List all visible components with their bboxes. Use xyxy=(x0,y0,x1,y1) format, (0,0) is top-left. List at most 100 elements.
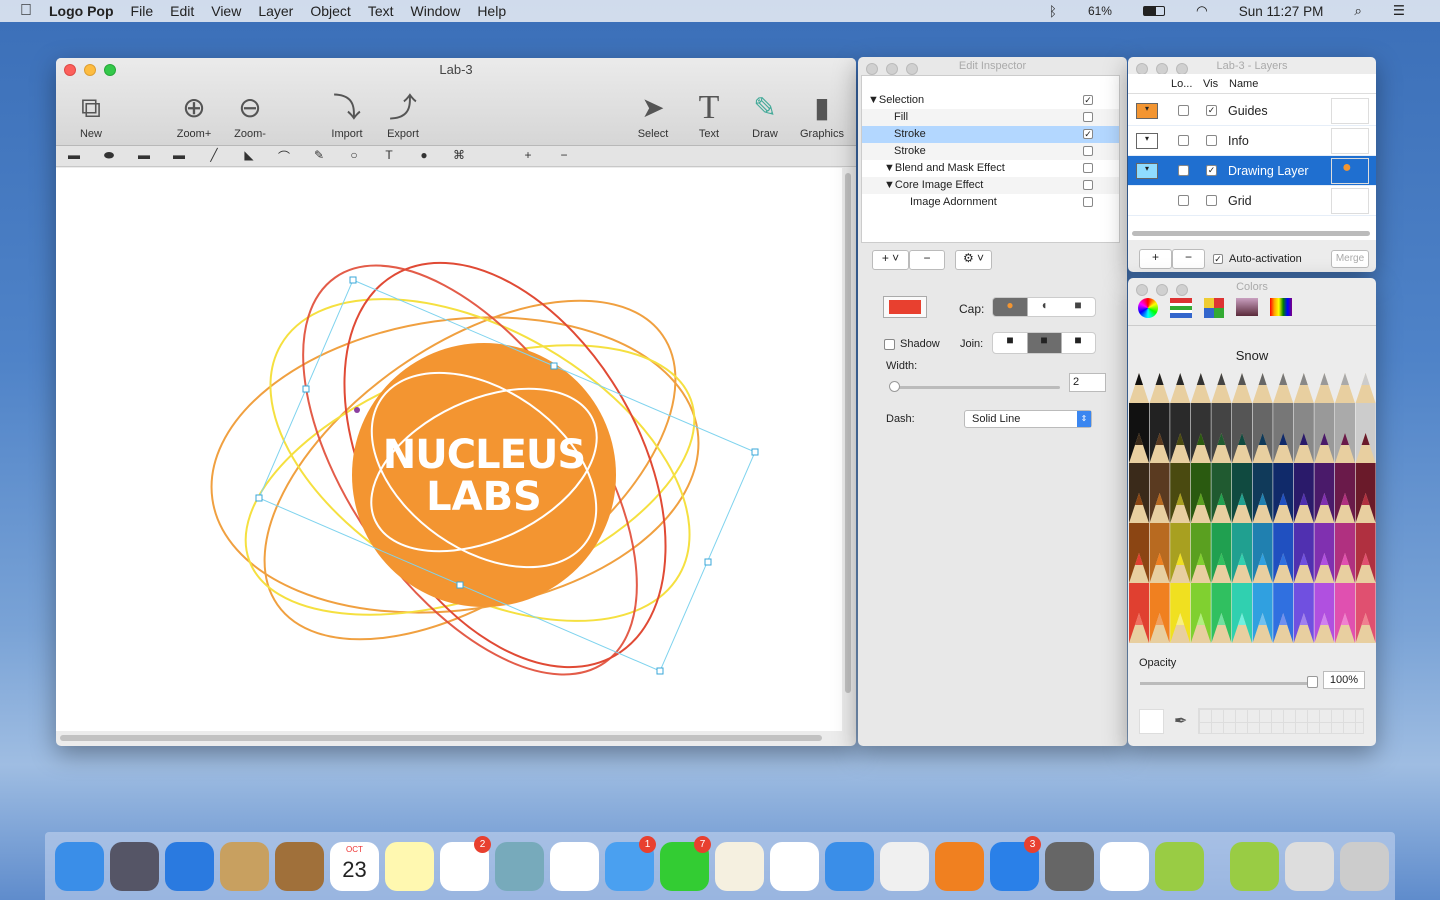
column-locked[interactable]: Lo... xyxy=(1171,78,1192,90)
opacity-field[interactable]: 100% xyxy=(1323,671,1365,689)
text-tool-button[interactable]: T Text xyxy=(679,88,739,140)
export-button[interactable]: ⤴ Export xyxy=(373,88,433,140)
dock-calendar[interactable]: OCT 23 xyxy=(330,841,379,891)
effect-checkbox[interactable] xyxy=(1083,163,1093,173)
color-palettes-icon[interactable] xyxy=(1204,298,1224,318)
remove-point-icon[interactable]: − xyxy=(554,148,574,162)
ring-icon[interactable]: ○ xyxy=(344,148,364,162)
add-point-icon[interactable]: + xyxy=(518,148,538,162)
column-name[interactable]: Name xyxy=(1229,78,1258,90)
dock-ibooks[interactable] xyxy=(935,841,984,891)
merge-button[interactable]: Merge xyxy=(1331,250,1369,268)
zoom-out-button[interactable]: ⊖ Zoom- xyxy=(220,88,280,140)
dock-facetime[interactable]: 7 xyxy=(660,835,711,891)
layer-visible-checkbox[interactable]: ✓ xyxy=(1206,165,1217,176)
layer-visible-checkbox[interactable] xyxy=(1206,195,1217,206)
dock-mail[interactable] xyxy=(220,841,269,891)
rectangle-icon[interactable]: ▬ xyxy=(64,148,84,162)
curve-icon[interactable]: ⌒ xyxy=(274,148,294,165)
dock-safari[interactable] xyxy=(165,841,214,891)
dock-numbers[interactable] xyxy=(770,841,819,891)
layer-visible-checkbox[interactable] xyxy=(1206,135,1217,146)
join-segmented-control[interactable]: ■ ■ ■ xyxy=(992,332,1096,354)
crayons-icon[interactable] xyxy=(1270,298,1292,316)
column-visible[interactable]: Vis xyxy=(1203,78,1218,90)
layer-row[interactable]: ▾ ✓ Guides xyxy=(1128,96,1376,126)
effect-checkbox[interactable]: ✓ xyxy=(1083,95,1093,105)
add-effect-button[interactable]: + ˅ xyxy=(872,250,909,270)
rounded-rect-icon[interactable]: ▬ xyxy=(134,148,154,162)
dock-keynote[interactable] xyxy=(825,841,874,891)
apple-menu-icon[interactable]:  xyxy=(20,2,32,20)
effect-checkbox[interactable] xyxy=(1083,180,1093,190)
dock-trash[interactable] xyxy=(1340,841,1389,891)
remove-layer-button[interactable]: − xyxy=(1172,249,1205,269)
layer-visible-checkbox[interactable]: ✓ xyxy=(1206,105,1217,116)
layer-lock-checkbox[interactable] xyxy=(1178,165,1189,176)
gear-menu-button[interactable]: ⚙ ˅ xyxy=(955,250,992,270)
battery-percent[interactable]: 61% xyxy=(1088,4,1112,18)
layer-color-well[interactable]: ▾ xyxy=(1136,133,1158,149)
effect-row[interactable]: ▼Selection ✓ xyxy=(862,92,1119,109)
dock-logo-pop-document[interactable] xyxy=(1230,841,1279,891)
menu-layer[interactable]: Layer xyxy=(258,3,293,19)
effect-row[interactable]: ▼Core Image Effect xyxy=(862,177,1119,194)
effect-checkbox[interactable] xyxy=(1083,112,1093,122)
color-swatches[interactable] xyxy=(1198,708,1364,734)
color-wheel-icon[interactable] xyxy=(1138,298,1158,318)
dock-textedit[interactable] xyxy=(1100,841,1149,891)
text-tool-icon[interactable]: T xyxy=(379,148,399,162)
layer-row[interactable]: ▾ ✓ Drawing Layer ● xyxy=(1128,156,1376,186)
layer-row[interactable]: ▾ Info xyxy=(1128,126,1376,156)
spotlight-icon[interactable]: ⌕ xyxy=(1354,3,1362,19)
menu-object[interactable]: Object xyxy=(310,3,350,19)
round-join-icon[interactable]: ■ xyxy=(1027,333,1061,353)
layer-lock-checkbox[interactable] xyxy=(1178,105,1189,116)
eyedropper-icon[interactable]: ✒ xyxy=(1174,711,1187,731)
pencil-color-picker[interactable] xyxy=(1128,363,1376,646)
bezier-icon[interactable]: ⌘ xyxy=(449,148,469,162)
dock-preview[interactable] xyxy=(1285,841,1334,891)
import-button[interactable]: ⤵ Import xyxy=(317,88,377,140)
square-cap-icon[interactable]: ■ xyxy=(1061,298,1095,316)
dock-launchpad[interactable] xyxy=(110,841,159,891)
effect-row[interactable]: Stroke xyxy=(862,143,1119,160)
shadow-checkbox[interactable] xyxy=(884,339,895,350)
menu-view[interactable]: View xyxy=(211,3,241,19)
menu-window[interactable]: Window xyxy=(411,3,461,19)
dock-contacts[interactable] xyxy=(275,841,324,891)
add-layer-button[interactable]: + xyxy=(1139,249,1172,269)
layer-lock-checkbox[interactable] xyxy=(1178,195,1189,206)
dock-itunes[interactable] xyxy=(880,841,929,891)
draw-tool-button[interactable]: ✎ Draw xyxy=(735,88,795,140)
capsule-icon[interactable]: ▬ xyxy=(169,148,189,162)
oval-icon[interactable]: ⬬ xyxy=(99,148,119,163)
stroke-color-well[interactable] xyxy=(883,296,927,318)
effect-row[interactable]: Image Adornment xyxy=(862,194,1119,211)
butt-cap-icon[interactable]: ● xyxy=(993,298,1027,316)
layer-lock-checkbox[interactable] xyxy=(1178,135,1189,146)
layers-scrollbar[interactable] xyxy=(1132,231,1370,236)
dash-select[interactable]: Solid Line ⇕ xyxy=(964,410,1092,428)
wifi-icon[interactable]: ◠ xyxy=(1196,3,1208,19)
dock-photos[interactable] xyxy=(550,841,599,891)
clock[interactable]: Sun 11:27 PM xyxy=(1239,4,1324,19)
effect-checkbox[interactable] xyxy=(1083,197,1093,207)
vertical-scrollbar[interactable] xyxy=(845,173,851,693)
current-color-well[interactable] xyxy=(1139,709,1164,734)
miter-join-icon[interactable]: ■ xyxy=(993,333,1027,353)
polygon-icon[interactable]: ◣ xyxy=(239,148,259,162)
canvas[interactable]: NUCLEUS LABS xyxy=(56,168,842,731)
menu-edit[interactable]: Edit xyxy=(170,3,194,19)
speech-bubble-icon[interactable]: ● xyxy=(414,148,434,162)
bluetooth-icon[interactable]: ᛒ xyxy=(1049,4,1057,19)
notification-center-icon[interactable]: ☰ xyxy=(1393,3,1405,19)
new-button[interactable]: ⧉ New xyxy=(61,88,121,140)
dock-reminders[interactable]: 2 xyxy=(440,835,491,891)
dock-app-store[interactable]: 3 xyxy=(990,835,1041,891)
bevel-join-icon[interactable]: ■ xyxy=(1061,333,1095,353)
select-tool-button[interactable]: ➤ Select xyxy=(623,88,683,140)
image-palettes-icon[interactable] xyxy=(1236,298,1258,316)
round-cap-icon[interactable]: ◖ xyxy=(1027,298,1061,316)
cap-segmented-control[interactable]: ● ◖ ■ xyxy=(992,297,1096,317)
